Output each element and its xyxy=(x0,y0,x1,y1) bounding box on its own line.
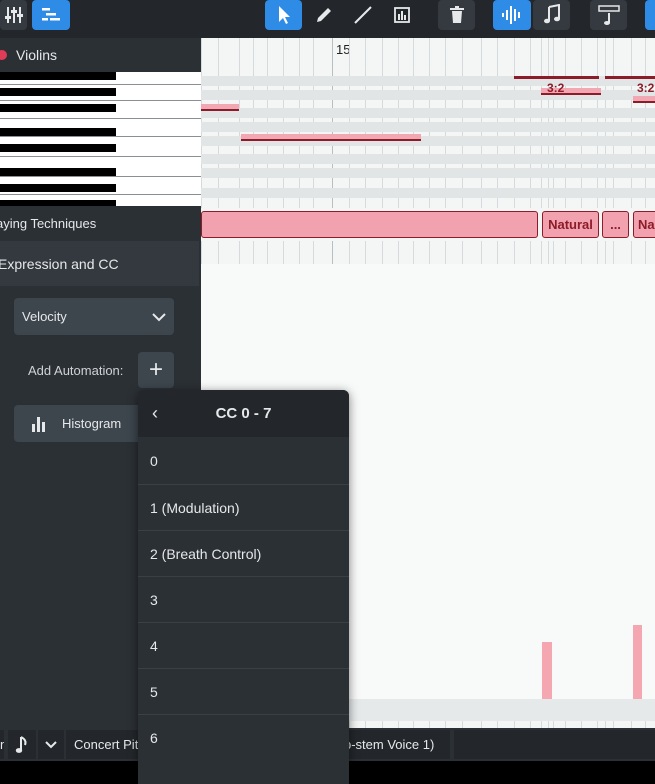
expression-cc-label: Expression and CC xyxy=(0,255,119,272)
cc-item-6[interactable]: 6 xyxy=(138,714,349,760)
add-automation-button[interactable]: + xyxy=(138,352,174,388)
cc-item-0[interactable]: 0 xyxy=(138,438,349,484)
audio-wave-button[interactable] xyxy=(493,0,531,30)
black-key[interactable] xyxy=(0,200,116,206)
plus-icon: + xyxy=(148,356,163,383)
piano-roll-button[interactable] xyxy=(32,0,70,30)
white-key-divider xyxy=(0,156,201,157)
playing-techniques-lane[interactable]: Natural ... Na xyxy=(201,208,655,241)
histogram-button[interactable]: Histogram xyxy=(14,405,144,442)
add-automation-label: Add Automation: xyxy=(28,363,124,378)
technique-block-natural[interactable]: Natural xyxy=(542,211,599,238)
white-key-divider xyxy=(0,84,201,85)
popup-header: ‹ CC 0 - 7 xyxy=(138,390,349,437)
note-type-dropdown[interactable] xyxy=(38,730,64,759)
timeline-ruler[interactable]: 15 xyxy=(201,38,655,72)
track-name: Violins xyxy=(16,47,57,63)
chevron-down-icon xyxy=(45,740,57,748)
mixer-icon xyxy=(4,7,23,23)
black-key[interactable] xyxy=(0,104,116,112)
pitch-lane xyxy=(201,108,655,118)
technique-block[interactable] xyxy=(201,211,538,238)
black-key[interactable] xyxy=(0,168,116,176)
black-key[interactable] xyxy=(0,144,116,152)
white-key-divider xyxy=(0,100,201,101)
cc-item-4[interactable]: 4 xyxy=(138,622,349,668)
black-key[interactable] xyxy=(0,128,116,136)
velocity-bar[interactable] xyxy=(633,625,642,699)
note[interactable] xyxy=(633,96,655,103)
playing-techniques-label: aying Techniques xyxy=(0,215,97,231)
note-type-button[interactable] xyxy=(8,730,36,759)
delete-icon xyxy=(449,6,464,23)
cc-item-2[interactable]: 2 (Breath Control) xyxy=(138,530,349,576)
ruler-note-icon xyxy=(597,5,620,25)
concert-pitch-field[interactable]: Concert Pit xyxy=(66,730,146,759)
extra-tool-button[interactable] xyxy=(645,0,655,30)
black-key[interactable] xyxy=(0,184,116,192)
note[interactable] xyxy=(201,104,239,111)
technique-block-more[interactable]: ... xyxy=(602,211,629,238)
white-key-divider xyxy=(0,176,201,177)
pitch-lane xyxy=(201,168,655,178)
track-header[interactable]: Violins xyxy=(0,38,201,72)
music-note-button[interactable] xyxy=(533,0,570,30)
tuplet-bracket xyxy=(514,76,599,79)
select-tool-button[interactable] xyxy=(265,0,302,30)
chevron-down-icon xyxy=(152,312,166,321)
resize-tool-button[interactable] xyxy=(384,0,420,30)
cc-item-5[interactable]: 5 xyxy=(138,668,349,714)
black-key[interactable] xyxy=(0,88,116,96)
audio-wave-icon xyxy=(502,6,520,24)
note[interactable] xyxy=(241,134,421,141)
white-key-divider xyxy=(0,118,201,119)
tuplet-bracket xyxy=(605,76,655,79)
line-tool-button[interactable] xyxy=(345,0,381,30)
histogram-icon xyxy=(32,416,45,432)
white-key-divider xyxy=(0,136,201,137)
cc-item-3[interactable]: 3 xyxy=(138,576,349,622)
piano-keyboard[interactable] xyxy=(0,72,201,206)
black-key[interactable] xyxy=(0,72,116,80)
back-chevron-icon[interactable]: ‹ xyxy=(152,403,158,424)
playing-techniques-row[interactable]: aying Techniques xyxy=(0,208,201,238)
pencil-tool-icon xyxy=(317,8,331,22)
pencil-tool-button[interactable] xyxy=(306,0,342,30)
piano-roll-icon xyxy=(42,8,60,21)
track-color-dot xyxy=(0,50,7,60)
velocity-dropdown[interactable]: Velocity xyxy=(14,298,174,335)
technique-block-natural[interactable]: Na xyxy=(633,211,655,238)
select-tool-icon xyxy=(278,6,290,24)
music-note-icon xyxy=(15,735,27,753)
mixer-button[interactable] xyxy=(0,0,27,30)
status-first: n xyxy=(0,730,4,759)
cc-item-1[interactable]: 1 (Modulation) xyxy=(138,484,349,530)
cc-popup-menu: ‹ CC 0 - 7 0 1 (Modulation) 2 (Breath Co… xyxy=(138,390,349,784)
status-empty-field xyxy=(454,730,655,759)
velocity-bar[interactable] xyxy=(542,642,552,699)
delete-button[interactable] xyxy=(438,0,475,30)
music-note-icon xyxy=(543,4,560,24)
toolbar xyxy=(0,0,655,38)
expression-cc-row[interactable]: Expression and CC xyxy=(0,241,199,286)
resize-tool-icon xyxy=(394,7,410,23)
tuplet-label: 3:2 xyxy=(547,81,565,95)
pitch-lane xyxy=(201,154,655,164)
popup-title: CC 0 - 7 xyxy=(215,405,272,422)
histogram-label: Histogram xyxy=(62,416,122,431)
ruler-note-button[interactable] xyxy=(590,0,627,30)
line-tool-icon xyxy=(354,6,372,24)
white-key-divider xyxy=(0,194,201,195)
velocity-label: Velocity xyxy=(22,309,67,324)
voice-field[interactable]: p-stem Voice 1) xyxy=(340,730,450,759)
pitch-lane xyxy=(201,122,655,132)
tuplet-label: 3:2 xyxy=(637,81,655,95)
pitch-lane xyxy=(201,188,655,198)
